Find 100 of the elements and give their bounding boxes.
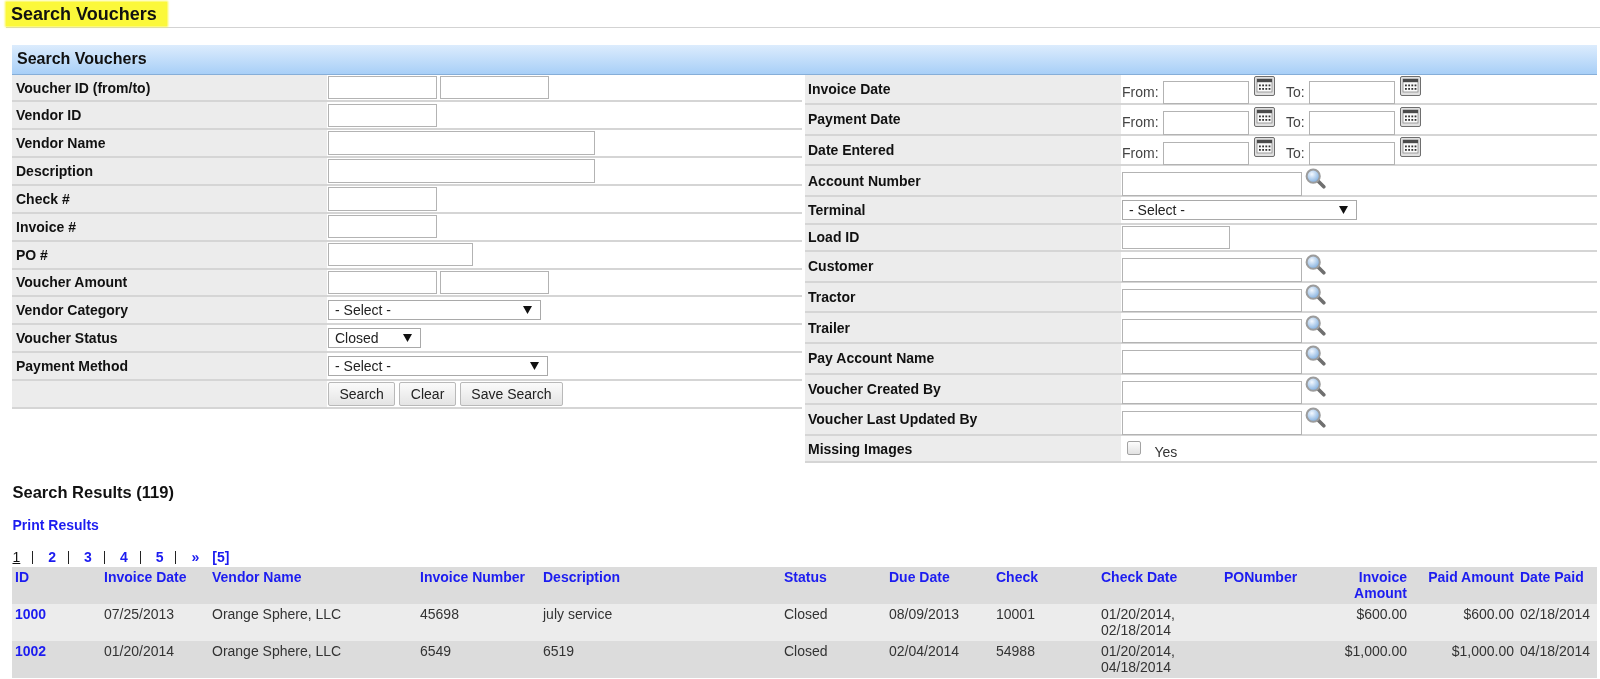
- input-field[interactable]: [1122, 172, 1302, 196]
- calendar-icon[interactable]: [1253, 76, 1275, 97]
- clear-button[interactable]: Clear: [399, 381, 456, 406]
- voucher-id-link[interactable]: 1000: [15, 606, 47, 623]
- calendar-icon[interactable]: [1399, 137, 1421, 158]
- field-label: Voucher Status: [12, 325, 327, 352]
- input-field[interactable]: [1122, 258, 1302, 282]
- caret-icon: [403, 334, 412, 343]
- search-icon[interactable]: [1305, 284, 1326, 306]
- caret-icon: [1338, 205, 1348, 214]
- column-header-link[interactable]: Check: [996, 569, 1039, 586]
- caret-icon: [530, 361, 539, 370]
- page-link[interactable]: 3: [84, 549, 92, 566]
- input-field[interactable]: [1122, 411, 1302, 435]
- table-cell: Closed: [781, 604, 886, 642]
- table-cell: july service: [540, 604, 781, 642]
- checkbox[interactable]: [1127, 441, 1141, 456]
- table-cell: Orange Sphere, LLC: [209, 604, 417, 642]
- column-header-link[interactable]: Invoice Date: [104, 569, 187, 586]
- input-field[interactable]: [328, 270, 437, 295]
- search-icon[interactable]: [1305, 314, 1326, 336]
- calendar-icon[interactable]: [1253, 137, 1275, 158]
- search-icon[interactable]: [1305, 345, 1326, 367]
- table-cell: 6519: [540, 641, 781, 679]
- table-cell: 01/20/2014: [101, 641, 209, 679]
- input-field[interactable]: [1163, 80, 1249, 105]
- input-field[interactable]: [328, 131, 595, 155]
- calendar-icon[interactable]: [1399, 76, 1421, 97]
- input-field[interactable]: [328, 187, 437, 211]
- column-header-link[interactable]: Check Date: [1101, 569, 1178, 586]
- select-field[interactable]: - Select -: [328, 300, 541, 321]
- field-label: Invoice #: [12, 213, 327, 240]
- search-button[interactable]: Search: [328, 381, 396, 406]
- select-field[interactable]: - Select -: [328, 356, 548, 376]
- input-field[interactable]: [328, 75, 437, 100]
- table-cell: 45698: [417, 604, 540, 642]
- page-link[interactable]: 5: [155, 549, 164, 566]
- input-field[interactable]: [328, 159, 595, 183]
- table-cell: 02/04/2014: [886, 641, 993, 679]
- column-header-link[interactable]: PONumber: [1224, 569, 1298, 586]
- page-link[interactable]: [5]: [212, 549, 230, 566]
- input-field[interactable]: [1309, 141, 1395, 166]
- range-label: To:: [1286, 113, 1305, 133]
- input-field[interactable]: [440, 75, 549, 100]
- search-icon[interactable]: [1305, 376, 1326, 398]
- column-header-link[interactable]: Due Date: [889, 569, 950, 586]
- table-cell: 08/09/2013: [886, 604, 993, 642]
- voucher-id-link[interactable]: 1002: [15, 643, 47, 660]
- input-field[interactable]: [1122, 380, 1302, 405]
- range-label: To:: [1286, 143, 1305, 163]
- range-label: To:: [1286, 82, 1305, 102]
- table-cell: 04/18/2014: [1517, 641, 1597, 679]
- table-cell: Closed: [781, 641, 886, 679]
- page-link[interactable]: 2: [48, 549, 57, 566]
- save-search-button[interactable]: Save Search: [459, 381, 563, 406]
- input-field[interactable]: [1122, 225, 1230, 250]
- field-label: Load ID: [805, 224, 1121, 251]
- page-link[interactable]: »: [191, 549, 200, 566]
- page-link[interactable]: 4: [119, 549, 128, 566]
- select-field[interactable]: - Select -: [1122, 199, 1357, 220]
- column-header-link[interactable]: Description: [543, 569, 620, 586]
- field-label: Payment Date: [805, 105, 1121, 134]
- input-field[interactable]: [328, 215, 437, 239]
- input-field[interactable]: [1309, 80, 1395, 105]
- input-field[interactable]: [328, 242, 473, 267]
- input-field[interactable]: [1122, 350, 1302, 374]
- results-heading: Search Results (119): [12, 481, 174, 502]
- column-header-link[interactable]: ID: [15, 569, 29, 586]
- input-field[interactable]: [328, 103, 437, 128]
- input-field[interactable]: [1163, 111, 1249, 135]
- search-icon[interactable]: [1305, 167, 1326, 189]
- field-label: Date Entered: [805, 135, 1121, 165]
- table-cell: $1,000.00: [1410, 641, 1517, 679]
- table-cell: 6549: [417, 641, 540, 679]
- field-label: Customer: [805, 252, 1121, 281]
- input-field[interactable]: [1122, 319, 1302, 343]
- column-header-link[interactable]: Paid Amount: [1428, 569, 1514, 586]
- field-label: Voucher Created By: [805, 374, 1121, 404]
- calendar-icon[interactable]: [1253, 106, 1275, 127]
- select-field[interactable]: Closed: [328, 328, 421, 348]
- table-cell: $600.00: [1320, 604, 1410, 642]
- input-field[interactable]: [1122, 288, 1302, 313]
- search-icon[interactable]: [1305, 406, 1326, 428]
- column-header-link[interactable]: Vendor Name: [212, 569, 302, 586]
- column-header-link[interactable]: Status: [784, 569, 827, 586]
- column-header-link[interactable]: Invoice Number: [420, 569, 526, 586]
- print-results-link[interactable]: Print Results: [12, 517, 99, 534]
- field-label: Missing Images: [805, 435, 1121, 462]
- input-field[interactable]: [1309, 111, 1395, 135]
- calendar-icon[interactable]: [1399, 106, 1421, 127]
- page-link[interactable]: 1: [12, 549, 21, 566]
- column-header-link[interactable]: Invoice Amount: [1323, 569, 1407, 602]
- input-field[interactable]: [440, 270, 549, 295]
- range-label: From:: [1122, 113, 1159, 133]
- field-label: Tractor: [805, 282, 1121, 312]
- search-icon[interactable]: [1305, 253, 1326, 275]
- column-header-link[interactable]: Date Paid: [1520, 569, 1584, 586]
- input-field[interactable]: [1163, 141, 1249, 166]
- table-cell: 02/18/2014: [1517, 604, 1597, 642]
- field-label: Account Number: [805, 166, 1121, 195]
